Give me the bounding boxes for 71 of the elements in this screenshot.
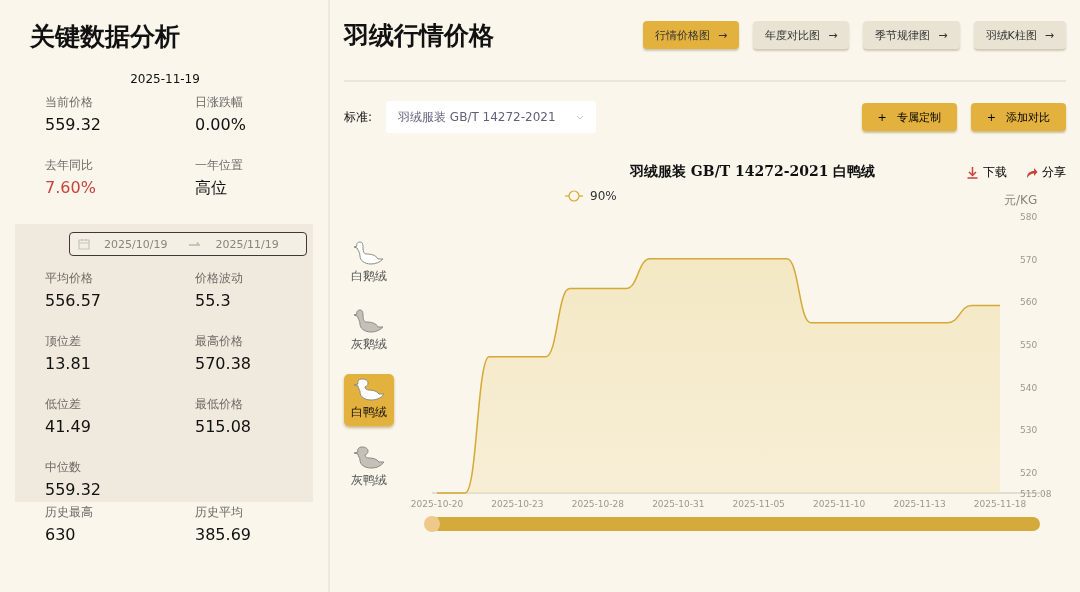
legend-marker-icon bbox=[564, 190, 584, 202]
y-tick-label: 560 bbox=[1020, 297, 1038, 308]
y-tick-label: 550 bbox=[1020, 340, 1038, 350]
standard-dropdown[interactable]: 羽绒服装 GB/T 14272-2021 bbox=[386, 101, 597, 133]
action-button[interactable]: + 专属定制 bbox=[861, 103, 957, 131]
y-tick-label: 580 bbox=[1020, 212, 1038, 222]
stat-label: 最高价格 bbox=[195, 333, 244, 350]
stat-label: 平均价格 bbox=[45, 270, 94, 287]
action-button[interactable]: + 添加对比 bbox=[970, 103, 1066, 131]
x-tick-label: 2025-10-28 bbox=[571, 499, 625, 509]
stat-label: 历史平均 bbox=[195, 504, 244, 521]
chart-tab[interactable]: 季节规律图 → bbox=[863, 21, 960, 49]
stat-label: 低位差 bbox=[45, 396, 82, 413]
stat-label: 去年同比 bbox=[45, 157, 94, 174]
stat-label: 历史最高 bbox=[45, 504, 94, 521]
material-option[interactable]: 白鸭绒 bbox=[344, 374, 394, 426]
chart-tab[interactable]: 羽绒K柱图 → bbox=[973, 21, 1066, 49]
y-tick-label: 520 bbox=[1020, 468, 1038, 478]
duck-icon bbox=[353, 444, 385, 472]
legend-label: 90% bbox=[590, 189, 617, 203]
y-tick-label: 515.08 bbox=[1020, 489, 1052, 499]
date-label: 2025-11-19 bbox=[129, 71, 201, 88]
axis-unit-label: 元/KG bbox=[1004, 193, 1038, 207]
x-tick-label: 2025-11-13 bbox=[893, 499, 946, 509]
x-tick-label: 2025-10-31 bbox=[652, 499, 705, 509]
stat-value: 7.60% bbox=[45, 178, 97, 197]
stat-value: 559.32 bbox=[45, 115, 102, 134]
stat-value: 385.69 bbox=[195, 525, 252, 544]
stat-label: 顶位差 bbox=[45, 333, 82, 350]
x-tick-label: 2025-10-23 bbox=[491, 499, 544, 509]
panel-title: 关键数据分析 bbox=[29, 21, 181, 53]
stat-label: 价格波动 bbox=[195, 270, 244, 287]
chart-tab[interactable]: 年度对比图 → bbox=[753, 21, 850, 49]
calendar-icon bbox=[78, 238, 90, 250]
range-slider[interactable] bbox=[424, 516, 1040, 532]
material-option[interactable]: 灰鹅绒 bbox=[344, 306, 394, 358]
x-tick-label: 2025-11-10 bbox=[812, 499, 866, 509]
page-title: 羽绒行情价格 bbox=[344, 19, 494, 52]
stat-label: 日涨跌幅 bbox=[195, 94, 244, 111]
stat-value: 高位 bbox=[195, 178, 228, 199]
stat-value: 0.00% bbox=[195, 115, 247, 134]
field-label: 标准: bbox=[344, 108, 373, 126]
y-tick-label: 540 bbox=[1020, 382, 1038, 393]
download-icon bbox=[966, 165, 979, 179]
duck-icon bbox=[353, 376, 385, 404]
chart-title: 羽绒服装 GB/T 14272-2021 白鸭绒 bbox=[630, 163, 876, 181]
stat-value: 515.08 bbox=[195, 417, 252, 436]
x-tick-label: 2025-11-05 bbox=[732, 499, 785, 509]
x-tick-label: 2025-10-20 bbox=[410, 499, 464, 509]
chart-tab[interactable]: 行情价格图 → bbox=[642, 21, 740, 49]
stat-value: 559.32 bbox=[45, 480, 102, 499]
stat-label: 当前价格 bbox=[45, 94, 94, 111]
stat-value: 570.38 bbox=[195, 354, 252, 373]
stat-label: 一年位置 bbox=[195, 157, 244, 174]
share-button[interactable]: 分享 bbox=[1025, 163, 1066, 181]
x-tick-label: 2025-11-18 bbox=[973, 499, 1027, 509]
goose-icon bbox=[353, 308, 385, 336]
goose-icon bbox=[353, 240, 385, 268]
stat-value: 556.57 bbox=[45, 291, 102, 310]
download-button[interactable]: 下载 bbox=[966, 163, 1007, 181]
stat-label: 中位数 bbox=[45, 459, 82, 476]
stat-value: 55.3 bbox=[195, 291, 232, 310]
material-option[interactable]: 白鹅绒 bbox=[344, 238, 394, 290]
stat-value: 13.81 bbox=[45, 354, 92, 373]
stat-value: 630 bbox=[45, 525, 77, 544]
stat-value: 41.49 bbox=[45, 417, 92, 436]
chevron-down-icon bbox=[576, 114, 585, 120]
stat-label: 最低价格 bbox=[195, 396, 244, 413]
material-option[interactable]: 灰鸭绒 bbox=[344, 442, 394, 494]
y-tick-label: 530 bbox=[1020, 425, 1038, 436]
y-tick-label: 570 bbox=[1020, 254, 1038, 265]
